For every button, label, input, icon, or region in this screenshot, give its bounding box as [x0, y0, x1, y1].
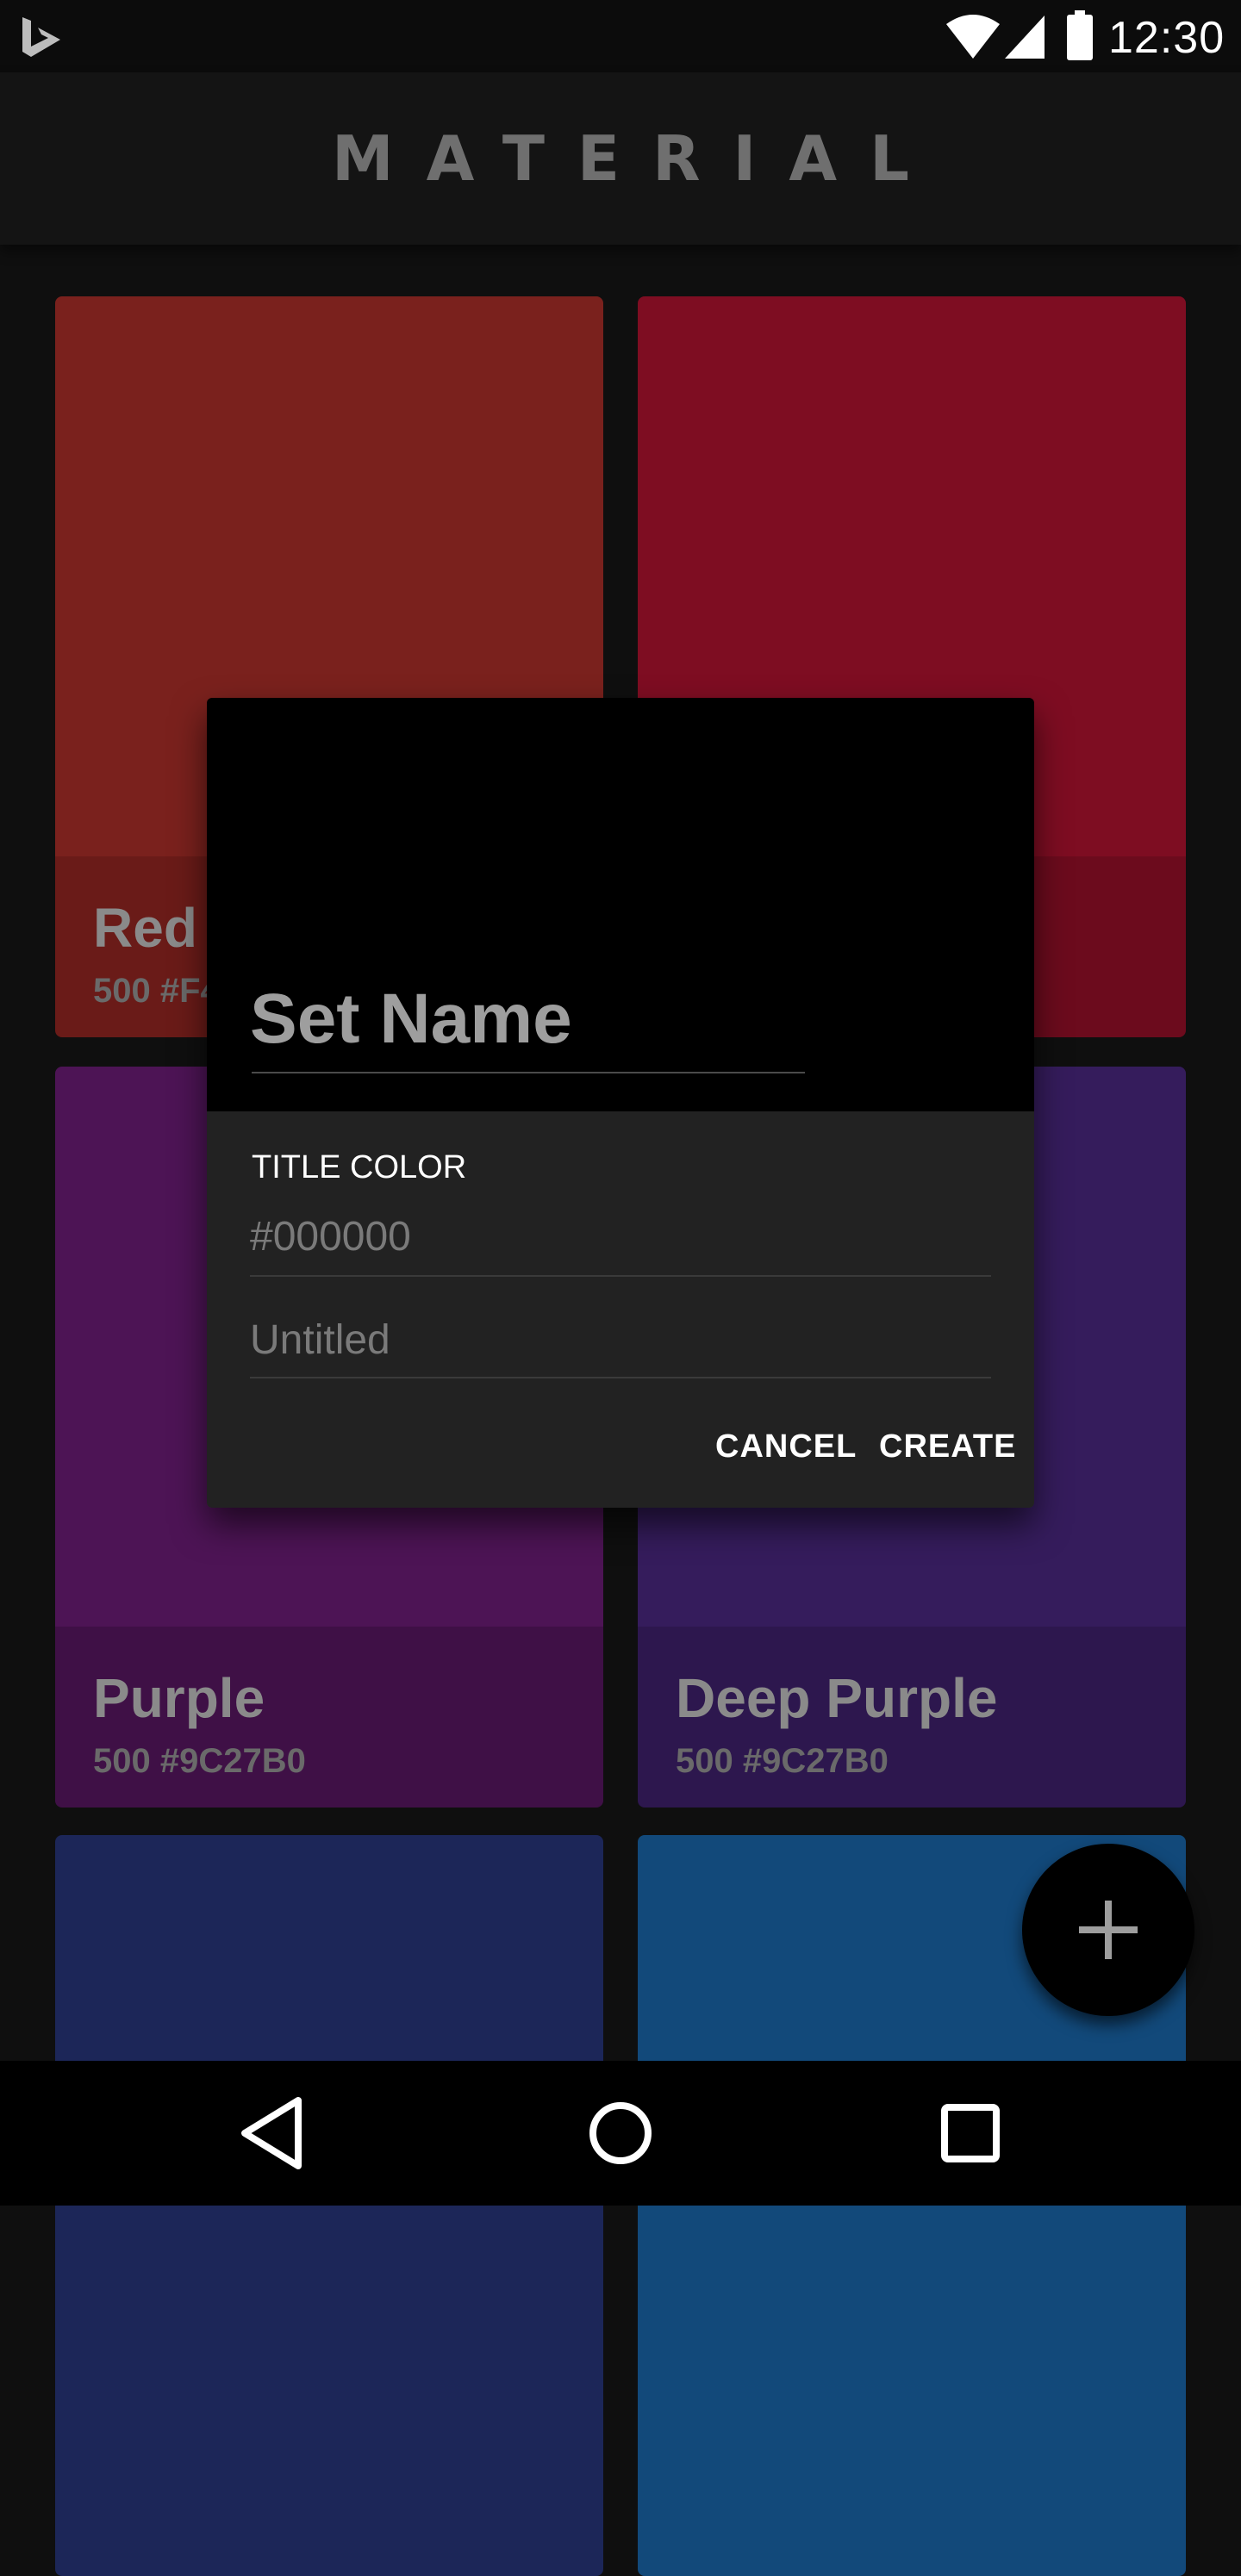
title-color-label: TITLE COLOR [252, 1149, 467, 1185]
create-dialog: Set Name TITLE COLOR #000000 Untitled CA… [207, 698, 1034, 1508]
dialog-body: TITLE COLOR #000000 Untitled CANCEL CREA… [207, 1111, 1034, 1508]
back-icon[interactable] [229, 2090, 315, 2176]
card-code: 500 #9C27B0 [676, 1742, 889, 1780]
recent-apps-icon[interactable] [927, 2090, 1013, 2176]
card-footer [638, 2395, 1186, 2576]
create-button[interactable]: CREATE [879, 1428, 1016, 1465]
card-name: Deep Purple [676, 1667, 998, 1729]
set-name-input[interactable]: Set Name [250, 979, 572, 1060]
color-card-indigo[interactable] [55, 1835, 603, 2576]
set-name-underline [252, 1072, 805, 1073]
cell-signal-icon [1005, 16, 1045, 59]
card-code: 500 #F4 [93, 972, 220, 1010]
battery-icon [1067, 10, 1093, 60]
add-fab-button[interactable] [1022, 1844, 1194, 2016]
app-bar: MATERIAL [0, 72, 1241, 245]
name-field-underline [250, 1377, 991, 1378]
wifi-icon [946, 15, 1000, 59]
name-field[interactable]: Untitled [250, 1316, 390, 1364]
card-footer [55, 2395, 603, 2576]
card-name: Red [93, 897, 197, 959]
cancel-button[interactable]: CANCEL [715, 1428, 857, 1465]
color-field-underline [250, 1275, 991, 1277]
status-bar: 12:30 [0, 0, 1241, 72]
bing-logo-icon [22, 17, 60, 57]
dialog-header: Set Name [207, 698, 1034, 1111]
home-icon[interactable] [577, 2090, 664, 2176]
color-hex-field[interactable]: #000000 [250, 1213, 411, 1260]
plus-icon [1079, 1901, 1138, 1959]
app-title: MATERIAL [332, 122, 942, 195]
nav-bar [0, 2061, 1241, 2206]
card-name: Purple [93, 1667, 265, 1729]
status-time: 12:30 [1108, 13, 1225, 63]
card-code: 500 #9C27B0 [93, 1742, 306, 1780]
